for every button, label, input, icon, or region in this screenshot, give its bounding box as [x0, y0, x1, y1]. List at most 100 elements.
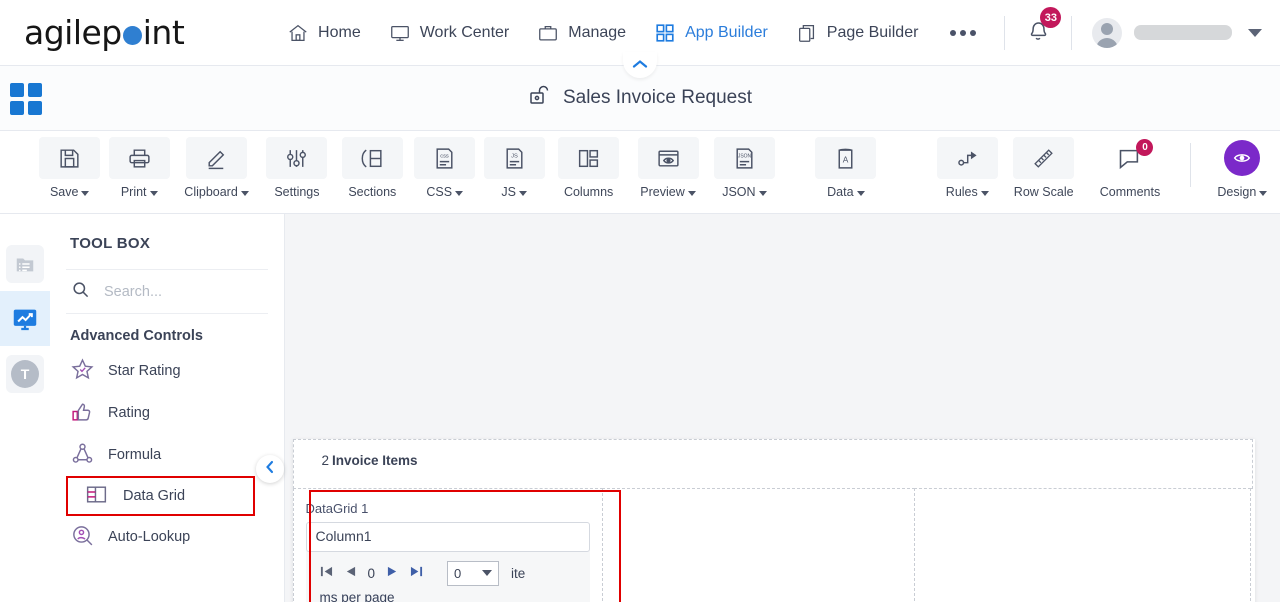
- section-number: 2: [321, 452, 330, 468]
- toolbar-settings-button[interactable]: Settings: [260, 137, 333, 199]
- datagrid-cell[interactable]: DataGrid 1 Column1 0 0 ite ms per page: [293, 487, 603, 602]
- pager-current-page: 0: [367, 565, 376, 581]
- toolbar-preview-button[interactable]: Preview: [629, 137, 706, 199]
- toolbar-columns-button[interactable]: Columns: [550, 137, 627, 199]
- chevron-down-icon: [455, 190, 464, 196]
- nav-item-home[interactable]: Home: [273, 16, 375, 50]
- tool-box-panel: TOOL BOX Advanced Controls Star Rati: [50, 214, 285, 602]
- toolbox-item-auto-lookup[interactable]: Auto-Lookup: [50, 516, 284, 558]
- nav-label: Manage: [568, 23, 627, 41]
- toolbar-css-button[interactable]: css CSS: [411, 137, 478, 199]
- rail-item-pages[interactable]: [0, 236, 50, 291]
- nav-item-page-builder[interactable]: Page Builder: [782, 16, 933, 50]
- toolbox-item-formula[interactable]: Formula: [50, 434, 284, 476]
- toolbar-row-scale-button[interactable]: Row Scale: [1003, 137, 1084, 199]
- pager-next-button[interactable]: [387, 565, 398, 581]
- toolbar-divider: [1189, 143, 1191, 187]
- search-icon: [71, 280, 90, 304]
- section-header-cell[interactable]: 2 Invoice Items: [293, 439, 1253, 489]
- form-title-bar: Sales Invoice Request: [0, 52, 1280, 131]
- toolbox-item-data-grid[interactable]: Data Grid: [66, 476, 255, 516]
- chevron-down-icon: [81, 190, 90, 196]
- empty-cell-2[interactable]: [601, 487, 915, 602]
- toolbar-label: Columns: [563, 185, 614, 199]
- designer-body: T TOOL BOX Advanced Controls: [0, 214, 1280, 602]
- toolbar-rules-button[interactable]: Rules: [934, 137, 1001, 199]
- t-circle-icon: T: [6, 354, 44, 393]
- page-size-select[interactable]: 0: [447, 560, 500, 586]
- nav-label: App Builder: [685, 23, 768, 41]
- bell-icon: [1025, 22, 1051, 47]
- canvas-row-section-header: 2 Invoice Items: [293, 439, 1255, 489]
- tool-box-title: TOOL BOX: [70, 235, 151, 252]
- toolbar-label: Row Scale: [1013, 185, 1074, 199]
- agilepoint-logo[interactable]: agilep int: [24, 13, 205, 52]
- js-file-icon: JS: [483, 137, 545, 179]
- dot-icon: [950, 29, 957, 36]
- tool-box-search[interactable]: [66, 269, 268, 314]
- chevron-left-icon: [264, 460, 276, 479]
- search-input[interactable]: [102, 282, 252, 301]
- chevron-down-icon: [1259, 190, 1268, 196]
- nav-item-work-center[interactable]: Work Center: [375, 16, 524, 50]
- unlocked-padlock-icon: [528, 84, 552, 112]
- toolbox-item-label: Data Grid: [123, 488, 186, 504]
- book-a-icon: A: [815, 137, 877, 179]
- collapse-panel-button[interactable]: [256, 455, 284, 483]
- page-size-value: 0: [454, 565, 462, 581]
- toolbar-data-button[interactable]: A Data: [812, 137, 879, 199]
- toolbox-item-label: Rating: [108, 405, 150, 421]
- toolbar-print-button[interactable]: Print: [105, 137, 172, 199]
- pager-last-button[interactable]: [410, 565, 423, 581]
- logo-dot-icon: [122, 26, 142, 45]
- pager-first-button[interactable]: [320, 565, 333, 581]
- rail-item-controls[interactable]: [0, 291, 50, 346]
- nav-item-manage[interactable]: Manage: [523, 16, 640, 50]
- notifications-button[interactable]: 33: [1015, 7, 1062, 52]
- canvas-scroll-track[interactable]: [1239, 439, 1255, 602]
- collapse-header-button[interactable]: [623, 52, 657, 78]
- toolbar-clipboard-button[interactable]: Clipboard: [175, 137, 258, 199]
- toolbar-label: CSS: [426, 185, 453, 199]
- user-avatar[interactable]: [1092, 17, 1123, 48]
- toolbar-design-button[interactable]: Design: [1207, 137, 1278, 199]
- left-icon-rail: T: [0, 214, 50, 602]
- page-title-text: Sales Invoice Request: [562, 87, 753, 108]
- toolbar-label: Sections: [348, 185, 397, 199]
- dot-icon: [960, 29, 967, 36]
- toolbar-comments-button[interactable]: 0 Comments: [1086, 137, 1173, 199]
- toolbox-item-label: Formula: [108, 447, 162, 463]
- data-grid-icon: [84, 482, 109, 511]
- pager-prev-button[interactable]: [345, 565, 356, 581]
- datagrid-widget[interactable]: DataGrid 1 Column1 0 0 ite ms per page: [294, 489, 602, 602]
- chevron-down-icon: [240, 190, 249, 196]
- page-title: Sales Invoice Request: [528, 84, 752, 112]
- chevron-down-icon: [149, 190, 158, 196]
- user-menu-chevron-down-icon[interactable]: [1248, 28, 1262, 37]
- rail-item-text[interactable]: T: [0, 346, 50, 401]
- toolbox-item-label: Auto-Lookup: [108, 529, 191, 545]
- datagrid-column-header[interactable]: Column1: [305, 521, 590, 552]
- nav-more-button[interactable]: [932, 24, 994, 42]
- empty-cell-3[interactable]: [913, 487, 1251, 602]
- notification-badge: 33: [1040, 7, 1062, 28]
- toolbar-label: Clipboard: [184, 185, 238, 199]
- person-search-icon: [70, 523, 95, 552]
- datagrid-pager: 0 0 ite: [306, 552, 590, 586]
- apps-grid-button[interactable]: [0, 66, 52, 131]
- toolbox-item-label: Star Rating: [108, 363, 181, 379]
- toolbar-js-button[interactable]: JS JS: [480, 137, 547, 199]
- chevron-up-icon: [632, 56, 648, 74]
- toolbar-sections-button[interactable]: Sections: [336, 137, 409, 199]
- toolbox-item-star-rating[interactable]: Star Rating: [50, 350, 284, 392]
- toolbox-item-rating[interactable]: Rating: [50, 392, 284, 434]
- dot-icon: [970, 29, 977, 36]
- tool-box-group-label: Advanced Controls: [70, 328, 203, 344]
- toolbar-json-button[interactable]: JSON JSON: [709, 137, 780, 199]
- css-file-icon: css: [414, 137, 476, 179]
- home-icon: [287, 22, 309, 44]
- toolbar-save-button[interactable]: Save: [36, 137, 103, 199]
- form-canvas: 2 Invoice Items DataGrid 1 Column1 0 0 i…: [293, 439, 1255, 602]
- nav-item-app-builder[interactable]: App Builder: [640, 16, 782, 50]
- toolbar-label: Comments: [1099, 185, 1161, 199]
